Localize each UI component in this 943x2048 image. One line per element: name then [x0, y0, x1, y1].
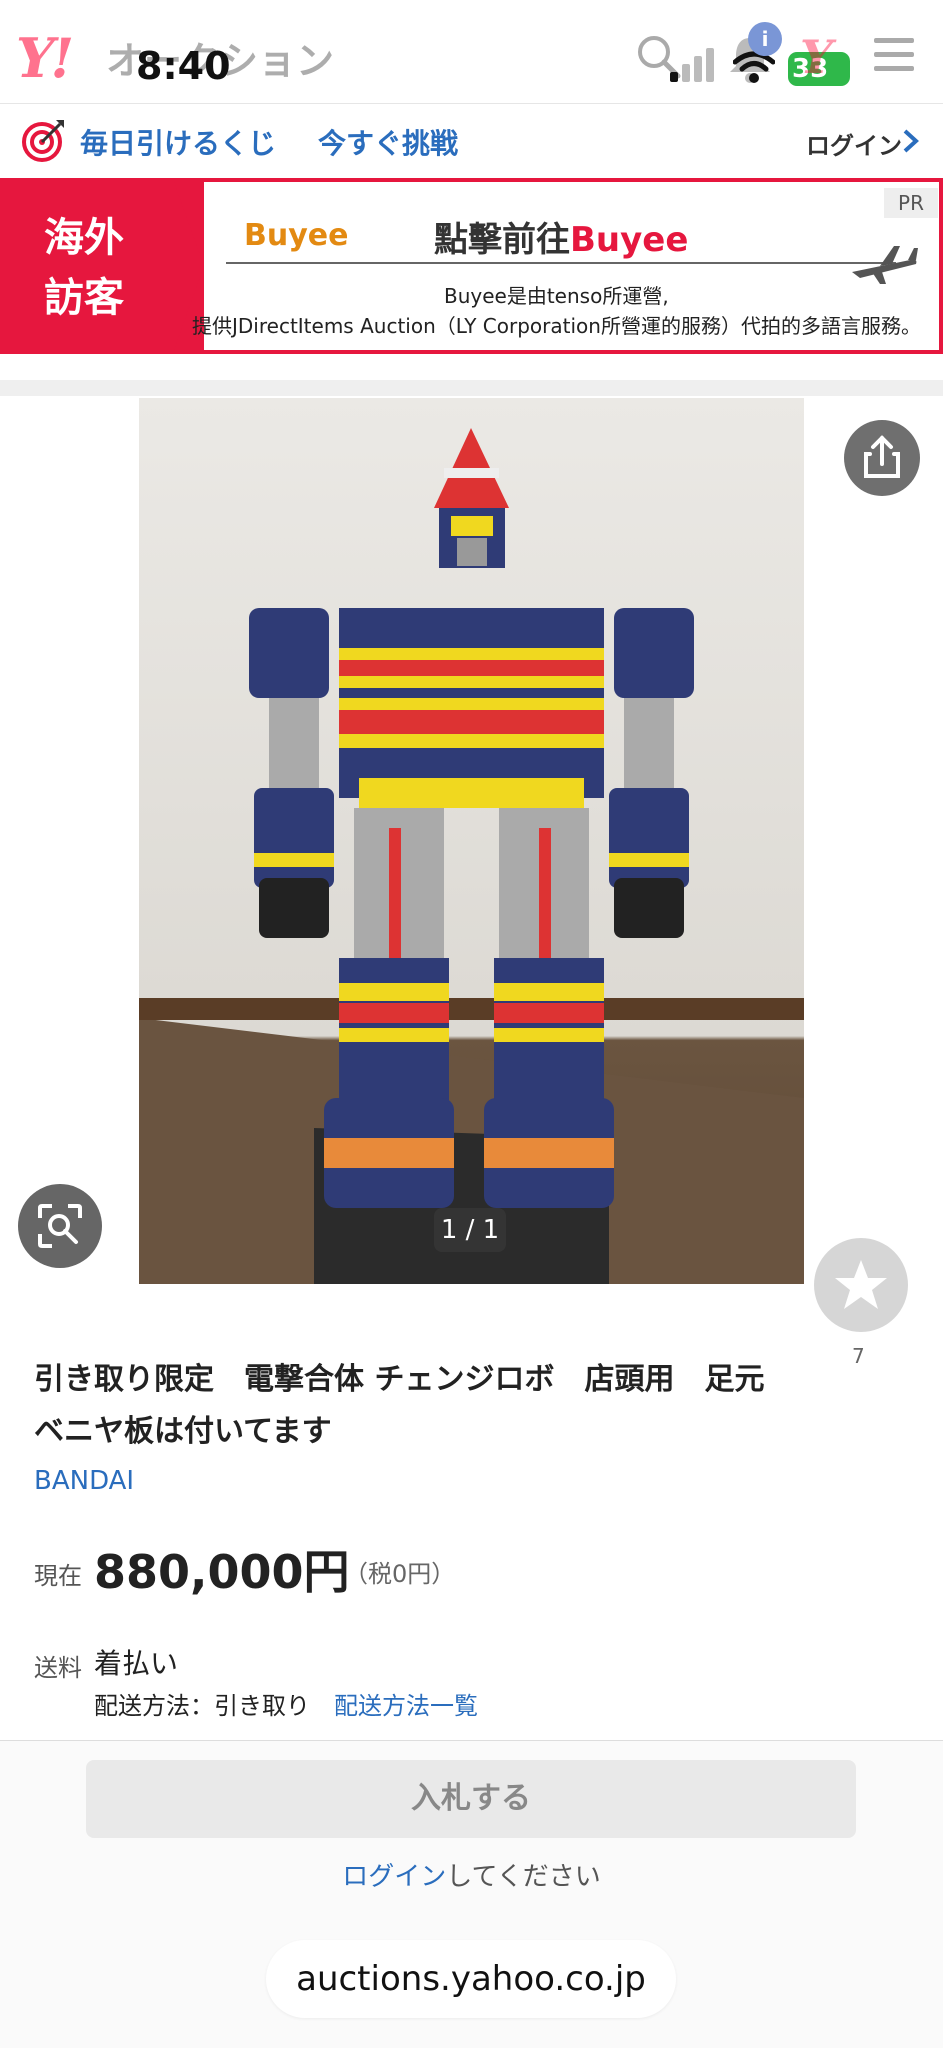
pr-tag: PR	[884, 188, 938, 218]
chevron-right-icon[interactable]	[900, 128, 922, 154]
banner-headline-brand: Buyee	[570, 220, 689, 260]
current-price: 880,000円	[94, 1545, 350, 1599]
banner-description-2: 提供JDirectItems Auction（LY Corporation所營運…	[192, 314, 921, 338]
watchlist-button[interactable]	[814, 1238, 908, 1332]
price-label: 現在	[34, 1562, 82, 1590]
notification-badge: i	[748, 22, 782, 56]
bid-button[interactable]: 入札する	[86, 1760, 856, 1838]
product-title: 引き取り限定 電撃合体 チェンジロボ 店頭用 足元ベニヤ板は付いてます	[34, 1362, 765, 1449]
watch-count: 7	[852, 1344, 865, 1368]
product-image[interactable]	[139, 398, 804, 1284]
image-counter: 1 / 1	[434, 1208, 506, 1252]
image-search-button[interactable]	[18, 1184, 102, 1268]
lens-icon	[38, 1204, 82, 1248]
shipping-label: 送料	[34, 1654, 82, 1682]
airplane-icon	[852, 246, 918, 284]
yahoo-logo[interactable]: Y!	[16, 26, 74, 90]
login-prompt-suffix: してください	[446, 1862, 601, 1892]
overseas-visitor-label: 海外訪客	[44, 215, 124, 321]
banner-description-1: Buyee是由tenso所運營,	[444, 284, 669, 308]
login-prompt: ログインしてください	[0, 1856, 943, 1893]
banner-headline: 點擊前往Buyee	[434, 212, 688, 261]
banner-divider	[226, 262, 896, 264]
site-header: Y! オークション 8:40 i 33 Y	[0, 0, 943, 104]
status-time: 8:40	[136, 44, 231, 88]
signal-icon	[670, 48, 714, 82]
yahoo-y-icon[interactable]: Y	[800, 30, 833, 84]
buyee-banner[interactable]: 海外訪客 Buyee 點擊前往Buyee PR Buyee是由tenso所運營,…	[0, 178, 943, 354]
hamburger-menu-icon[interactable]	[872, 34, 916, 74]
section-divider	[0, 380, 943, 396]
shipping-value: 着払い	[94, 1647, 179, 1680]
shipping-methods-link[interactable]: 配送方法一覧	[334, 1686, 478, 1721]
share-button[interactable]	[844, 420, 920, 496]
browser-url-bar[interactable]: auctions.yahoo.co.jp	[266, 1940, 676, 2018]
buyee-logo: Buyee	[244, 218, 349, 253]
banner-headline-prefix: 點擊前往	[434, 220, 570, 260]
share-icon	[864, 435, 900, 478]
star-icon	[835, 1260, 887, 1309]
shipping-method: 配送方法：引き取り	[94, 1692, 310, 1720]
try-now-link[interactable]: 今すぐ挑戦	[318, 122, 458, 162]
lottery-bar: 毎日引けるくじ 今すぐ挑戦 ログイン	[0, 104, 943, 176]
header-login-link[interactable]: ログイン	[806, 126, 902, 161]
robot-illustration	[139, 428, 804, 1284]
login-link[interactable]: ログイン	[342, 1862, 446, 1892]
target-icon	[22, 120, 64, 162]
price-tax: （税0円）	[344, 1560, 456, 1588]
brand-link[interactable]: BANDAI	[34, 1466, 134, 1496]
daily-lottery-link[interactable]: 毎日引けるくじ	[80, 122, 276, 162]
